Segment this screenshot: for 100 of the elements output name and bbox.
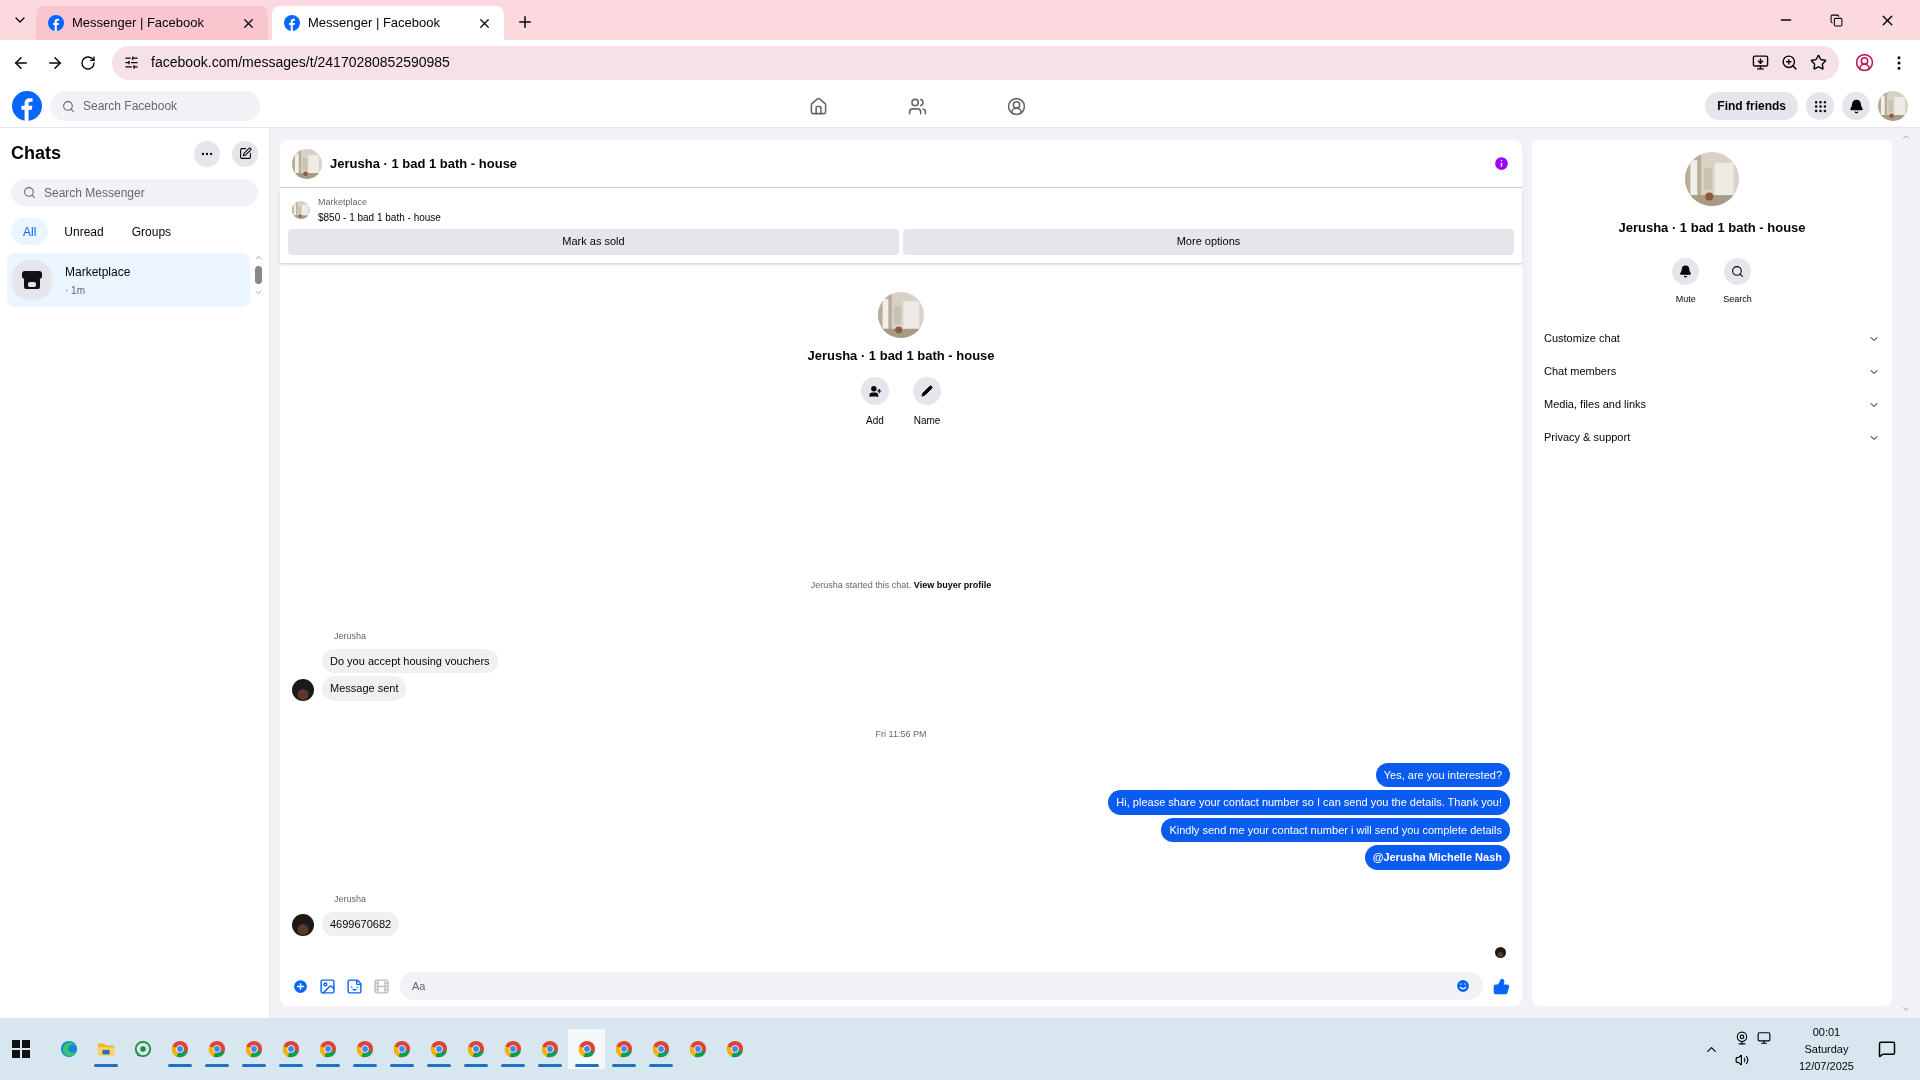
timestamp: Fri 11:56 PM — [875, 728, 927, 739]
chrome-icon[interactable] — [466, 1040, 485, 1058]
new-tab-icon[interactable] — [516, 13, 534, 31]
camera-icon[interactable] — [1734, 1031, 1749, 1045]
chrome-icon[interactable] — [429, 1040, 448, 1058]
message-bubble: @Jerusha Michelle Nash — [1364, 845, 1510, 870]
notifications-button[interactable] — [1842, 92, 1870, 120]
emoji-icon[interactable] — [1455, 978, 1471, 994]
zoom-icon[interactable] — [1781, 54, 1798, 71]
listing-action-button[interactable]: Mark as sold — [288, 228, 899, 255]
whatsapp-icon[interactable] — [133, 1040, 152, 1058]
details-section[interactable]: Privacy & support — [1544, 421, 1880, 454]
sender-name: Jerusha — [334, 630, 367, 641]
running-indicator — [611, 1064, 636, 1067]
details-section[interactable]: Chat members — [1544, 355, 1880, 388]
like-icon[interactable] — [1493, 977, 1510, 995]
running-indicator — [648, 1064, 673, 1067]
chrome-icon[interactable] — [651, 1040, 670, 1058]
image-icon[interactable] — [319, 977, 336, 995]
listing-action-button[interactable]: More options — [903, 228, 1514, 255]
chat-time: · 1m — [65, 283, 86, 298]
address-bar[interactable]: facebook.com/messages/t/24170280852590985 — [112, 45, 1839, 80]
chrome-icon[interactable] — [503, 1040, 522, 1058]
chrome-icon[interactable] — [614, 1040, 633, 1058]
filter-tab[interactable]: Groups — [119, 218, 184, 245]
chrome-icon[interactable] — [170, 1040, 189, 1058]
message-bubble: Message sent — [322, 676, 407, 701]
restore-icon[interactable] — [1830, 14, 1843, 27]
chat-intro-title: Jerusha · 1 bad 1 bath - house — [807, 346, 995, 365]
reload-icon[interactable] — [80, 54, 96, 71]
menu-button[interactable] — [1806, 92, 1834, 120]
chrome-icon[interactable] — [281, 1040, 300, 1058]
people-icon[interactable] — [908, 96, 928, 116]
message-bubble: Yes, are you interested? — [1375, 762, 1510, 787]
bookmark-icon[interactable] — [1810, 54, 1827, 71]
scrollbar-thumb[interactable] — [254, 266, 262, 284]
running-indicator — [204, 1064, 229, 1067]
add-icon[interactable] — [292, 977, 309, 995]
message-input[interactable]: Aa — [400, 972, 1483, 1000]
home-icon[interactable] — [809, 96, 829, 116]
filter-tab[interactable]: Unread — [52, 218, 116, 245]
chrome-icon[interactable] — [392, 1040, 411, 1058]
chrome-icon[interactable] — [540, 1040, 559, 1058]
profile-circle-icon[interactable] — [1007, 96, 1027, 116]
running-indicator — [463, 1064, 488, 1067]
filter-tab[interactable]: All — [11, 218, 49, 245]
grid-icon — [1812, 98, 1828, 114]
profile-icon[interactable] — [1855, 53, 1874, 72]
tab-title: Messenger | Facebook — [308, 14, 441, 33]
browser-tab[interactable]: Messenger | Facebook — [36, 6, 268, 40]
facebook-logo-icon[interactable] — [284, 15, 300, 31]
search-icon — [23, 186, 36, 199]
chat-list-item[interactable]: Marketplace · 1m — [7, 253, 250, 307]
facebook-logo-icon[interactable] — [48, 15, 64, 31]
clock-date: 12/07/2025 — [1798, 1058, 1854, 1074]
info-icon[interactable] — [1493, 155, 1510, 172]
running-indicator — [352, 1064, 377, 1067]
details-title: Jerusha · 1 bad 1 bath - house — [1618, 219, 1806, 237]
search-icon — [1731, 264, 1744, 278]
listing-source: Marketplace — [318, 196, 369, 209]
sticker-icon[interactable] — [346, 977, 363, 995]
chat-title: Jerusha · 1 bad 1 bath - house — [330, 154, 519, 173]
clock-day: Saturday — [1804, 1040, 1849, 1058]
message-bubble: Kindly send me your contact number i will send you complete details — [1161, 817, 1510, 842]
chrome-icon[interactable] — [725, 1040, 744, 1058]
details-section[interactable]: Customize chat — [1544, 322, 1880, 355]
site-settings-icon[interactable] — [124, 55, 139, 70]
chrome-icon[interactable] — [318, 1040, 337, 1058]
chats-title: Chats — [11, 142, 62, 165]
message-bubble: 4699670682 — [322, 911, 400, 936]
windows-start-icon[interactable] — [12, 1040, 30, 1058]
avatar-icon — [1495, 947, 1506, 958]
find-friends-button[interactable]: Find friends — [1705, 92, 1798, 120]
install-icon[interactable] — [1752, 54, 1769, 71]
search-icon — [62, 99, 75, 113]
running-indicator — [315, 1064, 340, 1067]
avatar-icon — [292, 678, 314, 701]
running-indicator — [574, 1064, 599, 1067]
new-message-button[interactable] — [232, 140, 258, 167]
chrome-icon[interactable] — [207, 1040, 226, 1058]
chrome-icon[interactable] — [355, 1040, 374, 1058]
avatar-icon — [292, 914, 314, 936]
store-icon — [11, 259, 53, 301]
running-indicator — [426, 1064, 451, 1067]
facebook-logo-icon[interactable] — [12, 91, 42, 121]
chrome-icon[interactable] — [577, 1040, 596, 1058]
add-person-icon — [868, 384, 882, 398]
chrome-icon[interactable] — [688, 1040, 707, 1058]
chrome-icon[interactable] — [244, 1040, 263, 1058]
running-indicator — [241, 1064, 266, 1067]
running-indicator — [167, 1064, 192, 1067]
message-bubble: Hi, please share your contact number so I can send you the details. Thank you! — [1108, 790, 1510, 815]
buyer-profile-link[interactable]: View buyer profile — [913, 579, 992, 590]
chat-name: Marketplace — [65, 263, 131, 281]
search-field[interactable]: Search Messenger — [11, 179, 258, 206]
notifications-icon[interactable] — [1878, 1040, 1896, 1058]
browser-tab[interactable]: Messenger | Facebook — [272, 6, 504, 40]
details-section[interactable]: Media, files and links — [1544, 388, 1880, 421]
volume-icon[interactable] — [1734, 1053, 1749, 1067]
search-field[interactable]: Search Facebook — [50, 91, 260, 121]
